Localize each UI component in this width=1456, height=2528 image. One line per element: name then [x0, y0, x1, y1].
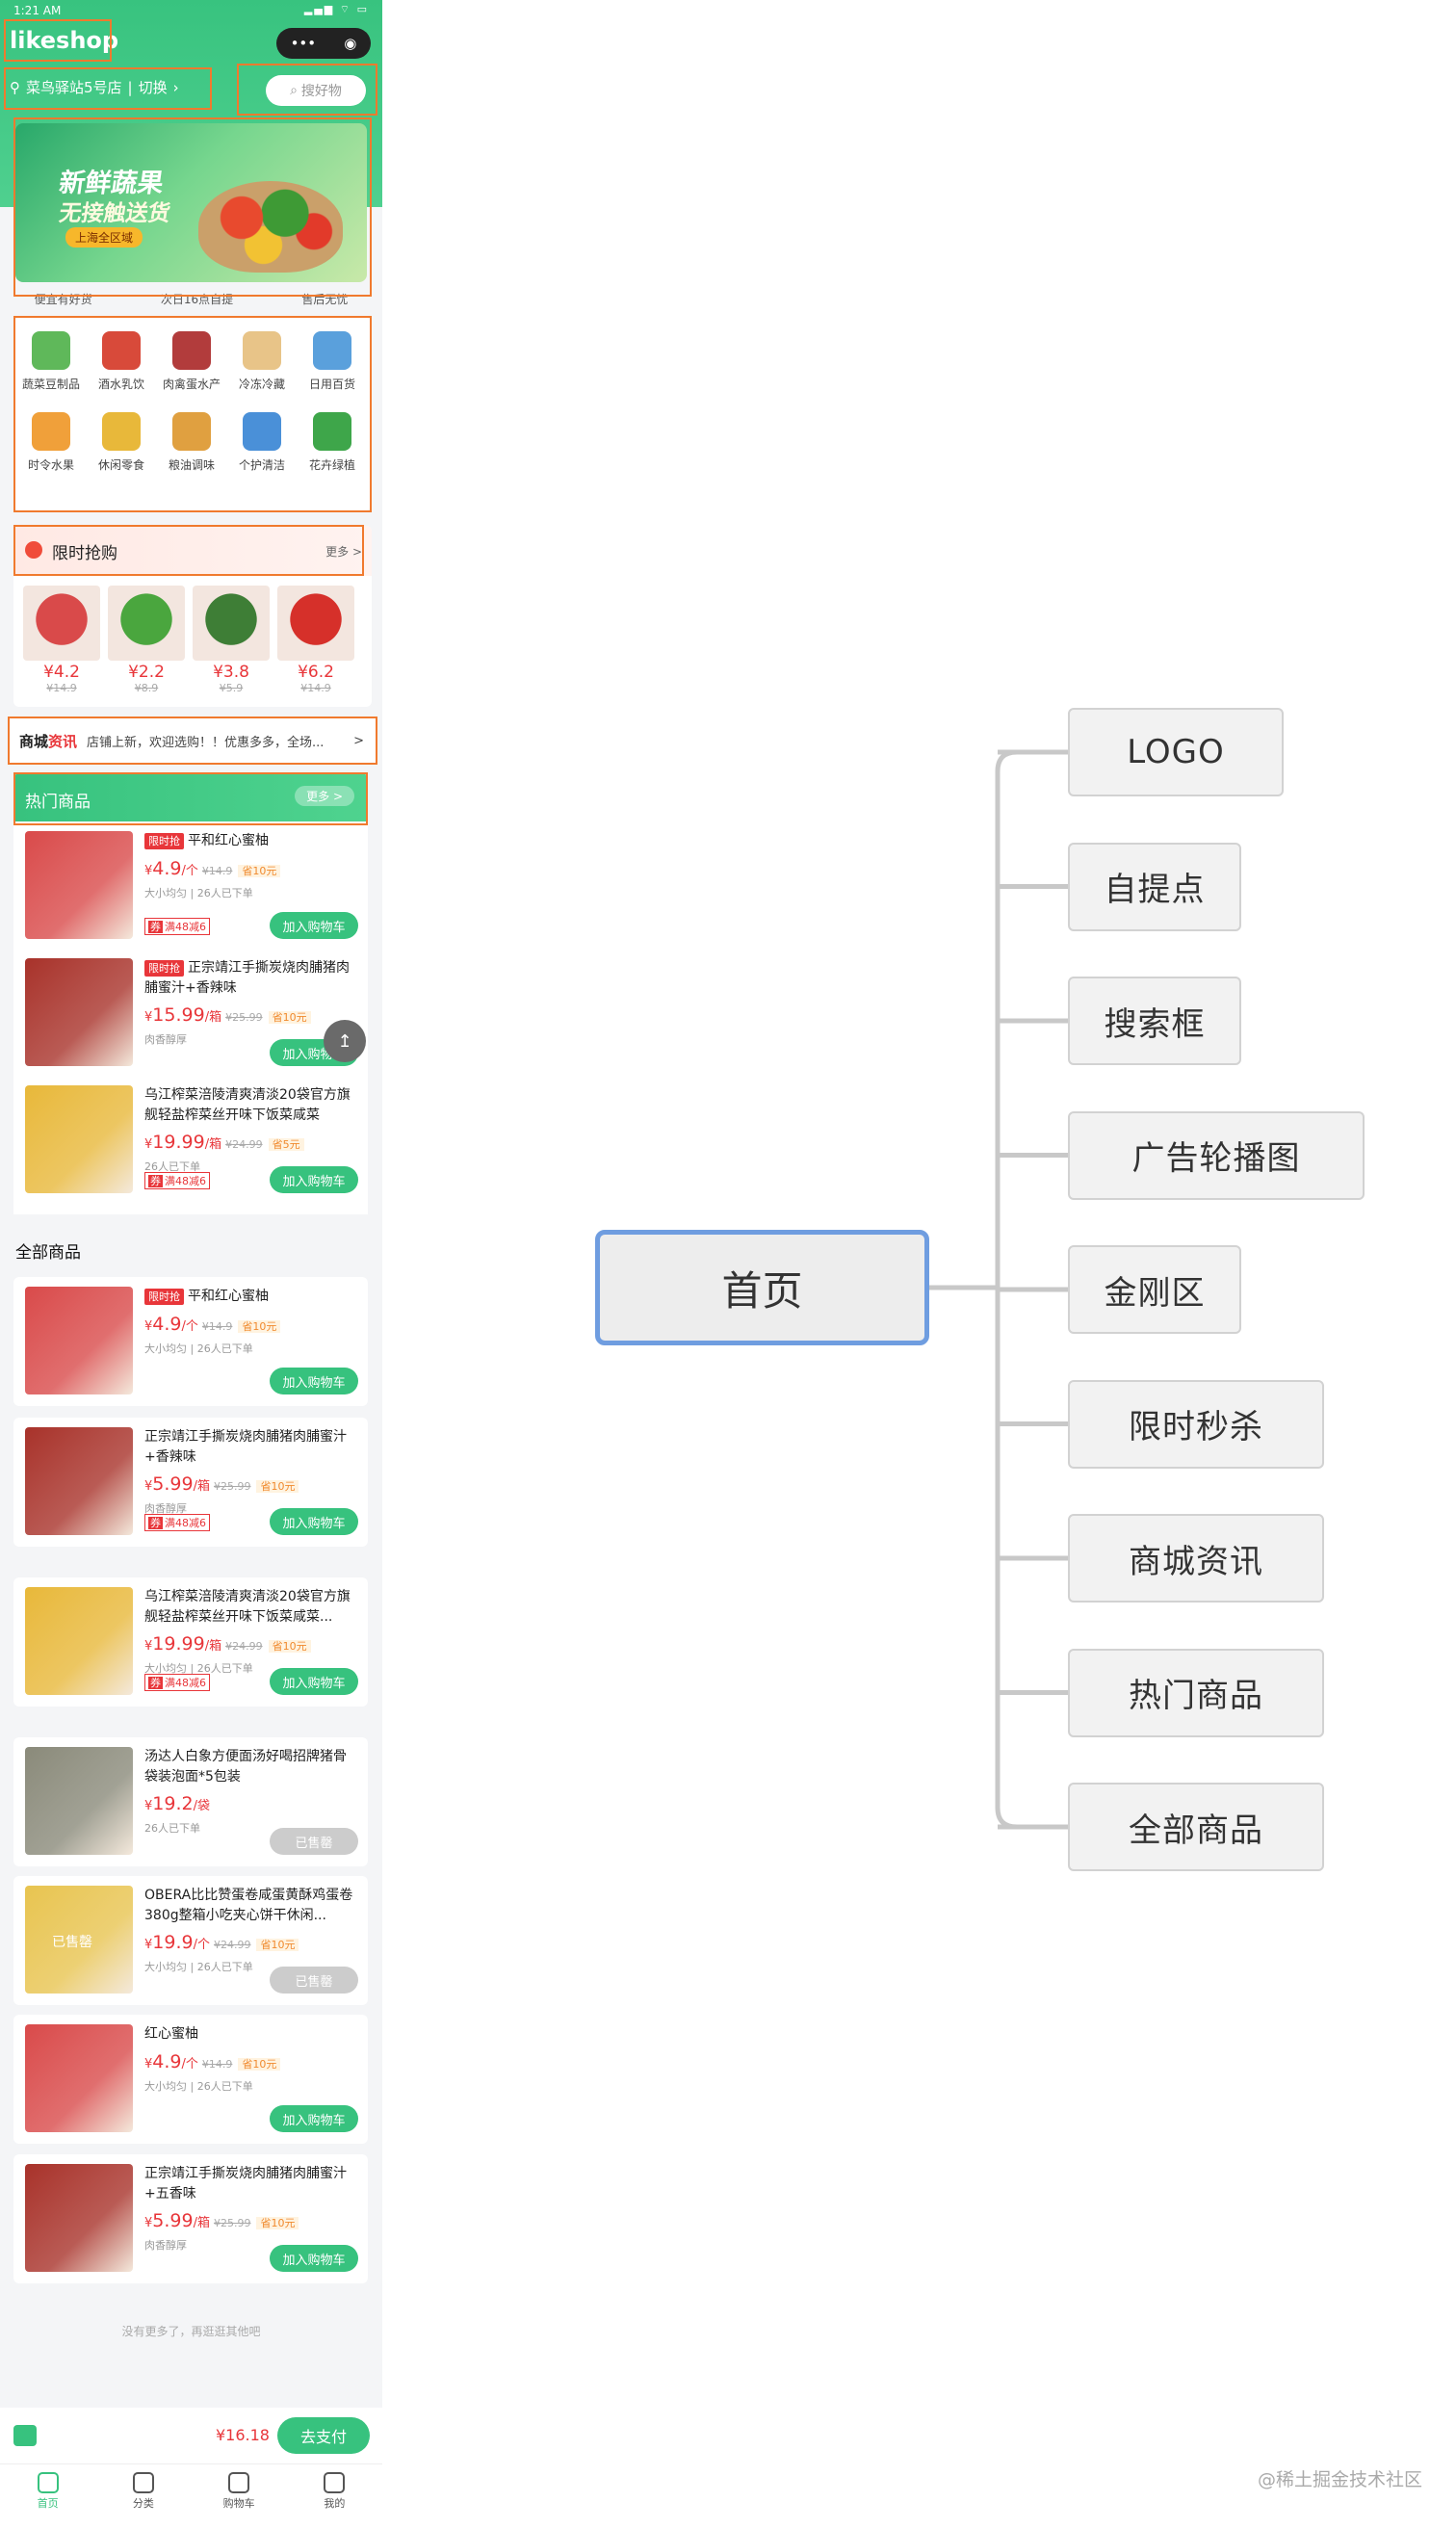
mindmap-child-node: 限时秒杀 [1068, 1379, 1324, 1469]
watermark: @稀土掘金技术社区 [1258, 2469, 1423, 2490]
mindmap-child-node: 金刚区 [1068, 1245, 1241, 1334]
mindmap-child-node: 全部商品 [1068, 1783, 1324, 1871]
mindmap-root-node: 首页 [595, 1230, 929, 1345]
mindmap-child-node: 热门商品 [1068, 1648, 1324, 1737]
mindmap-child-node: 自提点 [1068, 842, 1241, 931]
mindmap-child-node: 商城资讯 [1068, 1514, 1324, 1603]
mindmap-child-node: LOGO [1068, 708, 1284, 796]
canvas: 1:21 AM ▂▄▆ ⌔ ▭ likeshop ••• ◉ ⚲ 菜鸟驿站5号店 … [0, 0, 1456, 2528]
mindmap-child-node: 搜索框 [1068, 977, 1241, 1065]
mindmap-child-node: 广告轮播图 [1068, 1110, 1365, 1200]
